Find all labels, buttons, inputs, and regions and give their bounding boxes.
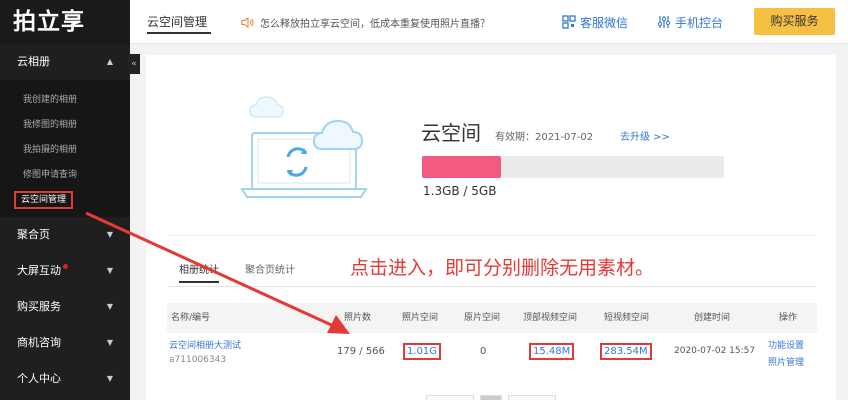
sidebar-group-aggregate[interactable]: 聚合页 ▼ <box>0 217 130 253</box>
sidebar-group-label: 购买服务 <box>17 300 61 313</box>
sidebar-group-personal[interactable]: 个人中心 ▼ <box>0 361 130 397</box>
photo-space-link[interactable]: 1.01G <box>403 343 442 360</box>
sidebar-item-label: 云空间管理 <box>14 191 74 209</box>
raw-space: 0 <box>480 346 487 357</box>
tab-album-stats[interactable]: 相册统计 <box>179 261 219 283</box>
tab-aggregate-stats[interactable]: 聚合页统计 <box>245 261 295 281</box>
sidebar-group-label: 个人中心 <box>17 372 61 385</box>
sidebar: 云相册 ▲ 我创建的相册 我修图的相册 我拍摄的相册 修图申请查询 云空间管理 … <box>0 44 130 400</box>
col-name: 名称/编号 <box>171 313 211 323</box>
sidebar-item-my-albums[interactable]: 我创建的相册 <box>0 88 130 113</box>
table-header: 名称/编号 照片数 照片空间 原片空间 顶部视频空间 短视频空间 创建时间 操作 <box>167 303 817 333</box>
col-photos: 照片数 <box>344 313 372 323</box>
pager-next[interactable] <box>508 395 556 400</box>
main-panel: 云空间 有效期：2021-07-02 去升级 >> 1.3GB / 5GB 相册… <box>146 55 836 400</box>
page-tab-cloud-space[interactable]: 云空间管理 <box>147 0 207 44</box>
mobile-console-button[interactable]: 手机控台 <box>657 0 723 44</box>
sidebar-group-business[interactable]: 商机咨询 ▼ <box>0 325 130 361</box>
usage-progress-bar <box>422 156 724 178</box>
cloud-space-title: 云空间 <box>421 121 481 145</box>
notification-dot <box>63 264 68 269</box>
upgrade-link[interactable]: 去升级 >> <box>620 128 670 143</box>
speaker-icon <box>241 16 254 28</box>
col-raw-space: 原片空间 <box>464 313 501 323</box>
sidebar-item-cloud-space[interactable]: 云空间管理 <box>0 188 130 213</box>
settings-link[interactable]: 功能设置 <box>768 338 804 351</box>
chevron-down-icon: ▼ <box>106 230 113 239</box>
sidebar-group-label: 商机咨询 <box>17 336 61 349</box>
col-created: 创建时间 <box>694 313 731 323</box>
notice-link[interactable]: 怎么释放拍立享云空间，低成本重复使用照片直播？ <box>241 0 490 44</box>
page-tab-underline <box>147 32 211 34</box>
sidebar-group-label: 大屏互动 <box>17 264 61 277</box>
table-row: 云空间相册大测试 a711006343 179 / 566 1.01G 0 15… <box>167 333 817 373</box>
qrcode-icon <box>562 15 576 29</box>
sidebar-item-retouch-albums[interactable]: 我修图的相册 <box>0 113 130 138</box>
top-bar: 拍立享 云空间管理 怎么释放拍立享云空间，低成本重复使用照片直播？ 客服微信 手… <box>0 0 848 44</box>
chevron-down-icon: ▼ <box>106 338 113 347</box>
sidebar-group-label: 云相册 <box>17 55 50 68</box>
photo-manage-link[interactable]: 照片管理 <box>768 355 804 368</box>
service-label: 客服微信 <box>580 15 629 30</box>
chevron-down-icon: ▼ <box>106 266 113 275</box>
created-time: 2020-07-02 15:57 <box>674 346 756 356</box>
pager-current[interactable] <box>480 395 502 400</box>
sidebar-group-buy-service[interactable]: 购买服务 ▼ <box>0 289 130 325</box>
pager-prev[interactable] <box>426 395 474 400</box>
top-video-space-link[interactable]: 15.48M <box>529 343 575 360</box>
notice-text: 怎么释放拍立享云空间，低成本重复使用照片直播？ <box>260 18 490 30</box>
valid-until: 有效期：2021-07-02 <box>495 132 594 143</box>
sliders-icon <box>657 16 671 28</box>
sidebar-item-shot-albums[interactable]: 我拍摄的相册 <box>0 138 130 163</box>
usage-text: 1.3GB / 5GB <box>423 184 497 198</box>
cloud-laptop-icon <box>240 96 368 198</box>
section-divider <box>167 235 817 236</box>
album-id: a711006343 <box>169 355 227 365</box>
sidebar-group-label: 聚合页 <box>17 228 50 241</box>
logo[interactable]: 拍立享 <box>0 0 130 44</box>
chevron-down-icon: ▼ <box>106 374 113 383</box>
annotation-text: 点击进入，即可分别删除无用素材。 <box>350 257 655 279</box>
chevron-down-icon: ▼ <box>106 302 113 311</box>
console-label: 手机控台 <box>675 15 724 30</box>
col-photo-space: 照片空间 <box>402 313 439 323</box>
photo-count: 179 / 566 <box>337 346 385 357</box>
short-video-space-link[interactable]: 283.54M <box>600 343 652 360</box>
collapse-sidebar-button[interactable]: « <box>128 54 140 74</box>
col-short-video: 短视频空间 <box>604 313 650 323</box>
pagination <box>426 395 576 400</box>
usage-progress-fill <box>422 156 501 178</box>
col-top-video: 顶部视频空间 <box>523 313 578 323</box>
sidebar-item-retouch-query[interactable]: 修图申请查询 <box>0 163 130 188</box>
album-name-link[interactable]: 云空间相册大测试 <box>169 338 241 351</box>
service-wechat-button[interactable]: 客服微信 <box>562 0 628 44</box>
sidebar-group-big-screen[interactable]: 大屏互动 ▼ <box>0 253 130 289</box>
sidebar-group-cloud-album[interactable]: 云相册 ▲ <box>0 44 130 80</box>
chevron-up-icon: ▲ <box>106 57 113 66</box>
col-actions: 操作 <box>779 313 798 323</box>
buy-service-button[interactable]: 购买服务 <box>754 8 835 35</box>
sidebar-submenu: 我创建的相册 我修图的相册 我拍摄的相册 修图申请查询 云空间管理 <box>0 80 130 217</box>
